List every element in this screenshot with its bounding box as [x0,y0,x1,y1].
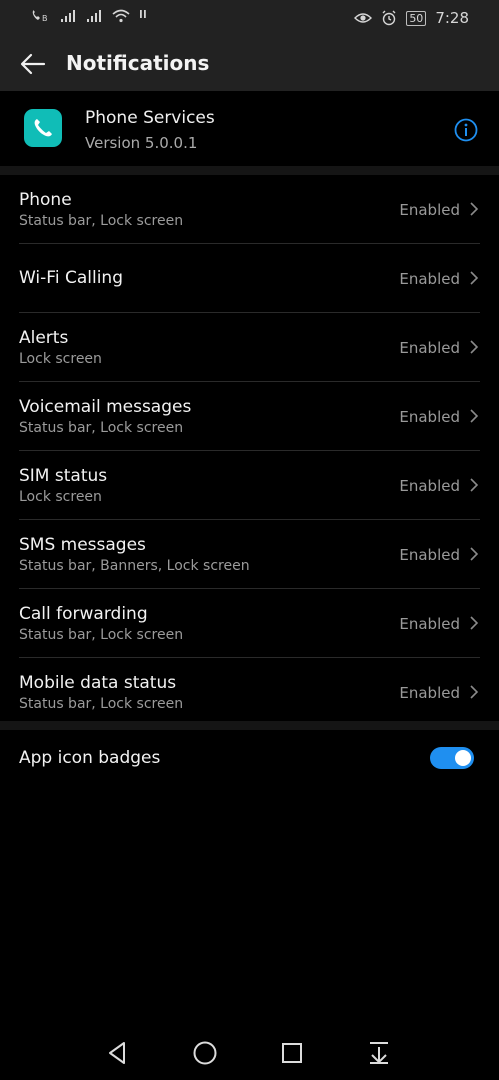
badges-label: App icon badges [19,748,161,768]
channel-status: Enabled [399,477,460,495]
section-divider [0,166,499,175]
chevron-right-icon [470,685,479,699]
channel-subtitle: Status bar, Lock screen [19,420,184,436]
status-left-icons: B [30,9,148,23]
toggle-knob [455,750,471,766]
channel-status: Enabled [399,339,460,357]
app-icon-badges-row: App icon badges [0,730,499,788]
channel-row-voicemail[interactable]: Voicemail messages Status bar, Lock scre… [19,382,480,451]
info-icon[interactable] [454,118,478,142]
app-info-header: Phone Services Version 5.0.0.1 [0,91,499,166]
status-bar: B 50 7:28 [0,0,499,36]
eye-icon [354,13,373,23]
notification-shade-icon[interactable] [366,1040,392,1066]
alert-icon [140,10,146,18]
channel-subtitle: Status bar, Lock screen [19,627,184,643]
channel-row-wifi-calling[interactable]: Wi-Fi Calling Enabled [19,244,480,313]
app-bar: Notifications [0,36,499,91]
notification-channel-list: Phone Status bar, Lock screen Enabled Wi… [0,175,499,726]
back-icon[interactable] [105,1040,131,1066]
battery-icon: 50 [406,10,427,26]
channel-subtitle: Status bar, Lock screen [19,696,184,712]
phone-app-icon [24,109,62,147]
channel-row-mobile-data[interactable]: Mobile data status Status bar, Lock scre… [19,658,480,726]
wifi-icon [112,9,130,23]
channel-title: Alerts [19,328,69,348]
channel-title: Phone [19,190,72,210]
signal-icon [87,10,101,22]
channel-status: Enabled [399,546,460,564]
chevron-right-icon [470,478,479,492]
channel-row-call-forwarding[interactable]: Call forwarding Status bar, Lock screen … [19,589,480,658]
badges-toggle[interactable] [430,747,474,769]
channel-title: Mobile data status [19,673,177,693]
channel-row-sim-status[interactable]: SIM status Lock screen Enabled [19,451,480,520]
chevron-right-icon [470,409,479,423]
chevron-right-icon [470,547,479,561]
channel-status: Enabled [399,684,460,702]
chevron-right-icon [470,202,479,216]
status-right-icons: 50 7:28 [354,9,469,27]
channel-title: SMS messages [19,535,146,555]
back-arrow-icon[interactable] [20,51,46,77]
channel-subtitle: Lock screen [19,351,102,367]
call-hd-icon: B [32,10,48,23]
channel-title: Wi-Fi Calling [19,268,123,288]
channel-subtitle: Lock screen [19,489,102,505]
channel-status: Enabled [399,615,460,633]
svg-text:B: B [42,14,48,23]
home-icon[interactable] [192,1040,218,1066]
channel-title: Call forwarding [19,604,148,624]
channel-subtitle: Status bar, Lock screen [19,213,184,229]
channel-subtitle: Status bar, Banners, Lock screen [19,558,250,574]
chevron-right-icon [470,616,479,630]
channel-row-phone[interactable]: Phone Status bar, Lock screen Enabled [19,175,480,244]
signal-icon [61,10,75,22]
channel-row-sms[interactable]: SMS messages Status bar, Banners, Lock s… [19,520,480,589]
section-divider [0,721,499,730]
channel-status: Enabled [399,201,460,219]
chevron-right-icon [470,271,479,285]
channel-status: Enabled [399,270,460,288]
system-nav-bar [0,1026,499,1080]
channel-row-alerts[interactable]: Alerts Lock screen Enabled [19,313,480,382]
phone-icon [34,119,52,137]
chevron-right-icon [470,340,479,354]
channel-title: SIM status [19,466,108,486]
page-title: Notifications [66,51,210,75]
channel-status: Enabled [399,408,460,426]
alarm-icon [382,10,396,26]
app-name: Phone Services [85,108,215,128]
app-version: Version 5.0.0.1 [85,134,198,152]
channel-title: Voicemail messages [19,397,192,417]
recents-icon[interactable] [279,1040,305,1066]
clock: 7:28 [435,9,469,27]
